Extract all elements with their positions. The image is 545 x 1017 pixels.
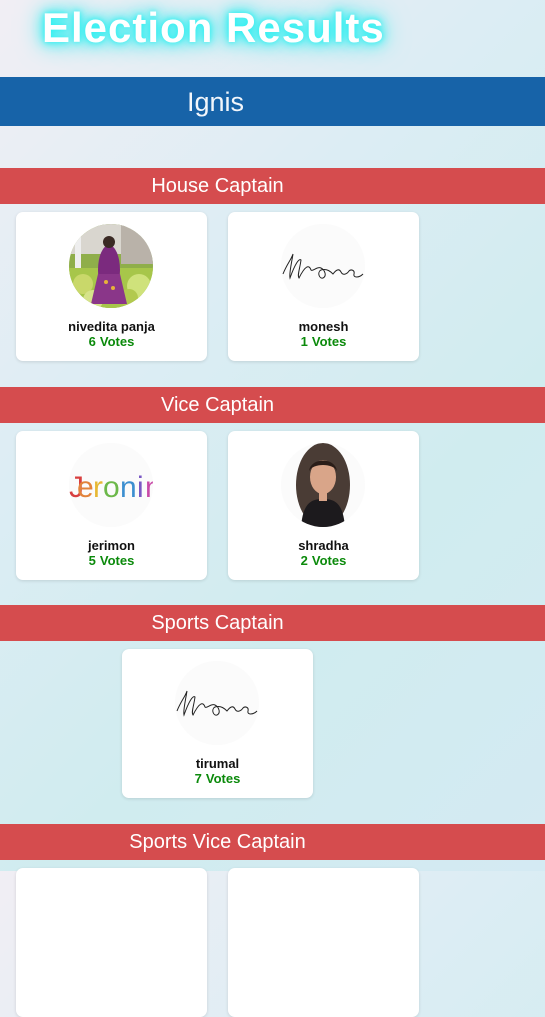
post-title: Sports Captain [151, 612, 284, 634]
candidate-card[interactable]: monesh 1 Votes [228, 212, 419, 361]
candidate-card-partial[interactable] [16, 868, 207, 1017]
post-title: House Captain [151, 175, 284, 197]
candidate-photo [281, 224, 365, 308]
candidate-name: tirumal [195, 756, 240, 771]
vote-count: 6 Votes [16, 334, 207, 349]
svg-text:r: r [93, 471, 103, 504]
vote-count: 7 Votes [122, 771, 313, 786]
post-header-sports-vice-captain: Sports Vice Captain [0, 824, 545, 860]
votes-unit: Votes [311, 553, 347, 568]
post-header-sports-captain: Sports Captain [0, 605, 545, 641]
candidate-card[interactable]: tirumal 7 Votes [122, 649, 313, 798]
svg-text:m: m [145, 471, 153, 504]
svg-text:i: i [137, 471, 144, 504]
candidate-photo: J e r o n i m [69, 443, 153, 527]
candidate-card[interactable]: nivedita panja 6 Votes [16, 212, 207, 361]
house-banner: Ignis [0, 77, 545, 126]
vote-number: 6 [88, 334, 96, 349]
vote-number: 2 [300, 553, 308, 568]
post-title: Vice Captain [160, 394, 275, 416]
candidate-card[interactable]: J e r o n i m jerimon 5Votes [16, 431, 207, 580]
post-title: Sports Vice Captain [129, 831, 306, 853]
vote-number: 1 [300, 334, 308, 349]
candidate-name: nivedita panja [68, 319, 155, 334]
svg-text:n: n [120, 471, 137, 504]
vote-number: 5 [88, 553, 96, 568]
votes-unit: Votes [205, 771, 241, 786]
candidate-name: monesh [298, 319, 349, 334]
votes-unit: Votes [99, 553, 135, 568]
post-header-vice-captain: Vice Captain [0, 387, 545, 423]
page-title: Election Results [42, 4, 385, 51]
votes-unit: Votes [99, 334, 135, 349]
svg-text:e: e [77, 471, 94, 504]
candidate-card-partial[interactable] [228, 868, 419, 1017]
post-header-house-captain: House Captain [0, 168, 545, 204]
candidate-photo [175, 661, 259, 745]
house-name: Ignis [187, 87, 245, 117]
candidate-photo [281, 443, 365, 527]
candidate-name: jerimon [88, 538, 135, 553]
vote-number: 7 [194, 771, 202, 786]
vote-count: 2 Votes [228, 553, 419, 568]
vote-count: 1 Votes [228, 334, 419, 349]
candidate-name: shradha [298, 538, 349, 553]
svg-text:o: o [103, 471, 120, 504]
candidate-photo [69, 224, 153, 308]
candidate-card[interactable]: shradha 2 Votes [228, 431, 419, 580]
votes-unit: Votes [311, 334, 347, 349]
vote-count: 5 Votes [16, 553, 207, 568]
